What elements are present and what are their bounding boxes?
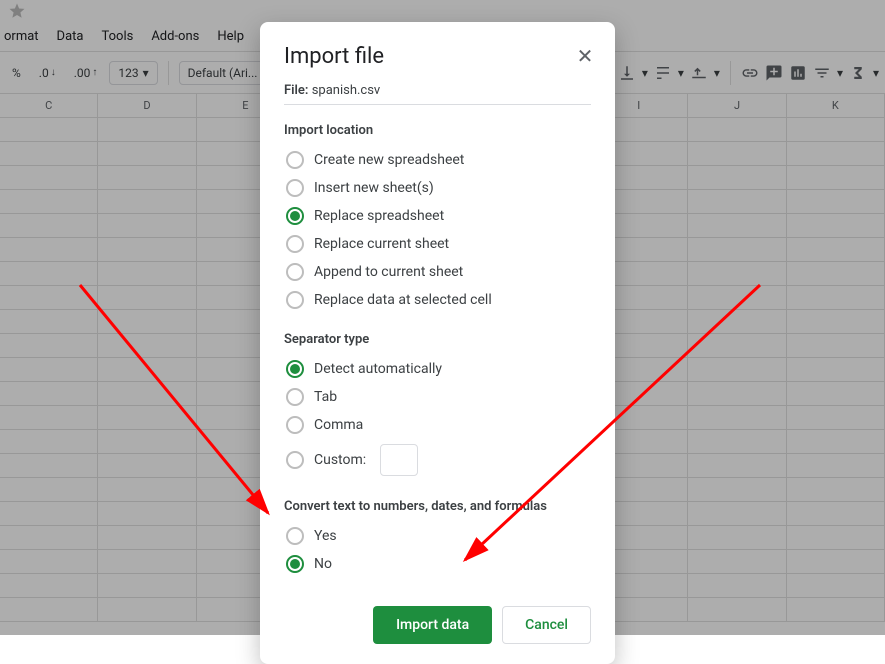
- radio-icon: [286, 179, 304, 197]
- import-location-option-label: Replace spreadsheet: [314, 208, 444, 224]
- import-location-option-label: Create new spreadsheet: [314, 152, 464, 168]
- radio-icon: [286, 416, 304, 434]
- file-row: File: spanish.csv: [284, 83, 591, 105]
- import-location-label: Import location: [284, 123, 591, 138]
- separator-option-label: Tab: [314, 389, 337, 405]
- convert-option-label: Yes: [314, 528, 337, 544]
- separator-option-label: Custom:: [314, 452, 366, 468]
- convert-text-group: Yes No: [284, 522, 591, 578]
- import-location-option-label: Replace current sheet: [314, 236, 449, 252]
- convert-option[interactable]: Yes: [284, 522, 591, 550]
- import-location-group: Create new spreadsheet Insert new sheet(s…: [284, 146, 591, 314]
- radio-icon: [286, 388, 304, 406]
- dialog-title: Import file: [284, 44, 591, 69]
- radio-icon: [286, 263, 304, 281]
- radio-icon: [286, 555, 304, 573]
- custom-separator-input[interactable]: [380, 444, 418, 476]
- separator-type-label: Separator type: [284, 332, 591, 347]
- radio-icon: [286, 207, 304, 225]
- import-location-option[interactable]: Create new spreadsheet: [284, 146, 591, 174]
- radio-icon: [286, 360, 304, 378]
- separator-option[interactable]: Detect automatically: [284, 355, 591, 383]
- import-location-option[interactable]: Replace data at selected cell: [284, 286, 591, 314]
- separator-option[interactable]: Comma: [284, 411, 591, 439]
- convert-option-label: No: [314, 556, 332, 572]
- radio-icon: [286, 527, 304, 545]
- close-icon: ✕: [577, 44, 594, 68]
- dialog-actions: Import data Cancel: [284, 606, 591, 644]
- import-location-option-label: Replace data at selected cell: [314, 292, 492, 308]
- separator-option[interactable]: Tab: [284, 383, 591, 411]
- file-name: spanish.csv: [312, 83, 381, 98]
- radio-icon: [286, 291, 304, 309]
- radio-icon: [286, 151, 304, 169]
- file-label: File:: [284, 83, 308, 98]
- separator-option[interactable]: Custom:: [284, 439, 591, 481]
- import-file-dialog: Import file ✕ File: spanish.csv Import l…: [260, 22, 615, 664]
- import-location-option[interactable]: Insert new sheet(s): [284, 174, 591, 202]
- separator-type-group: Detect automatically Tab Comma Custom:: [284, 355, 591, 481]
- convert-option[interactable]: No: [284, 550, 591, 578]
- import-location-option-label: Insert new sheet(s): [314, 180, 434, 196]
- radio-icon: [286, 235, 304, 253]
- import-location-option-label: Append to current sheet: [314, 264, 463, 280]
- convert-text-label: Convert text to numbers, dates, and form…: [284, 499, 591, 514]
- import-location-option[interactable]: Replace current sheet: [284, 230, 591, 258]
- import-location-option[interactable]: Replace spreadsheet: [284, 202, 591, 230]
- import-location-option[interactable]: Append to current sheet: [284, 258, 591, 286]
- close-button[interactable]: ✕: [573, 44, 597, 68]
- separator-option-label: Comma: [314, 417, 363, 433]
- radio-icon: [286, 451, 304, 469]
- cancel-button[interactable]: Cancel: [502, 606, 591, 644]
- import-data-button[interactable]: Import data: [373, 606, 492, 644]
- separator-option-label: Detect automatically: [314, 361, 442, 377]
